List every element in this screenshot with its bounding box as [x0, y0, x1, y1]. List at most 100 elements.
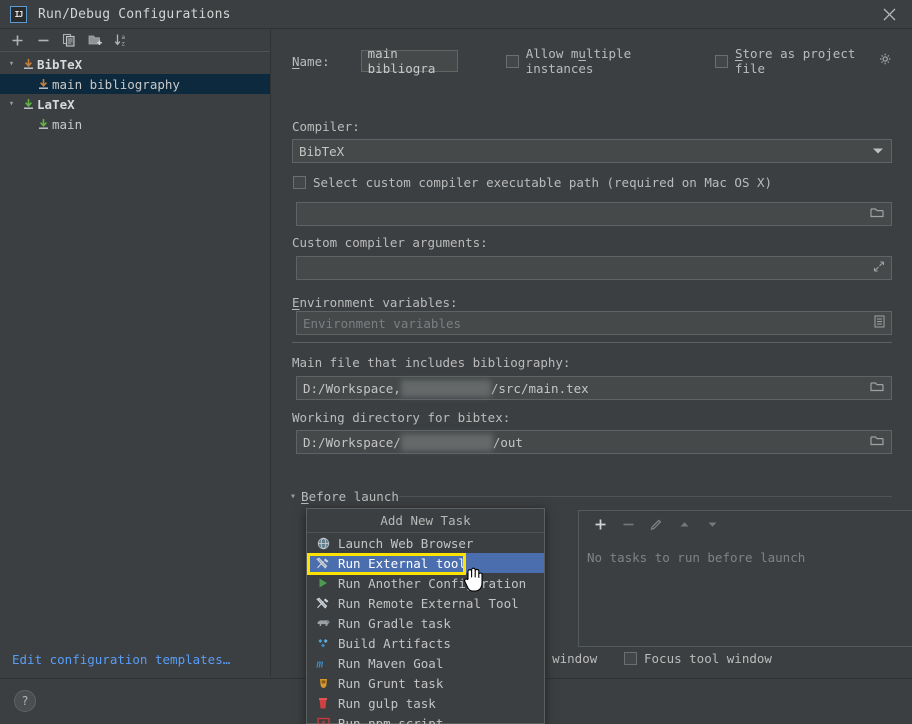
menu-item-label: Launch Web Browser: [338, 535, 474, 551]
menu-item-run-another-configuration[interactable]: Run Another Configuration: [307, 573, 544, 593]
folder-add-icon: [88, 35, 102, 45]
bibtex-config-icon: [34, 78, 52, 91]
folder-glyph: [870, 436, 884, 446]
popup-title: Add New Task: [307, 509, 544, 533]
move-task-down-button[interactable]: [699, 514, 725, 536]
compiler-label: Compiler:: [292, 119, 360, 134]
tree-item-main[interactable]: main: [0, 114, 270, 134]
folder-glyph: [870, 208, 884, 218]
custom-compiler-path-input[interactable]: [296, 202, 892, 226]
svg-text:z: z: [121, 41, 125, 48]
custom-args-input[interactable]: [296, 256, 892, 280]
checkbox-box: [624, 652, 637, 665]
menu-item-label: Run gulp task: [338, 695, 436, 711]
chevron-down-icon[interactable]: ▾: [4, 59, 19, 69]
run-config-glyph: [38, 118, 48, 129]
run-config-glyph: [38, 78, 48, 89]
menu-item-launch-web-browser[interactable]: Launch Web Browser: [307, 533, 544, 553]
remove-configuration-button[interactable]: [30, 30, 56, 51]
allow-multiple-instances-checkbox[interactable]: Allow multiple instances: [505, 46, 685, 76]
menu-item-run-maven-goal[interactable]: m Run Maven Goal: [307, 653, 544, 673]
run-config-glyph: [23, 58, 33, 69]
move-task-up-button[interactable]: [671, 514, 697, 536]
edit-task-button[interactable]: [643, 514, 669, 536]
close-icon[interactable]: [866, 0, 912, 28]
artifacts-glyph: [318, 638, 328, 647]
menu-item-run-grunt-task[interactable]: Run Grunt task: [307, 673, 544, 693]
grunt-icon: [315, 677, 331, 690]
working-dir-input[interactable]: D:/Workspace/ /out: [296, 430, 892, 454]
edit-env-vars-icon[interactable]: [874, 315, 885, 331]
name-label-rest: ame:: [299, 53, 330, 69]
tools-glyph: [316, 597, 329, 609]
svg-text:m: m: [316, 659, 324, 670]
add-configuration-button[interactable]: [4, 30, 30, 51]
tree-group-label: BibTeX: [37, 56, 83, 72]
plus-icon: [595, 519, 605, 530]
menu-item-label: Run Grunt task: [338, 675, 444, 691]
expand-editor-icon[interactable]: [873, 261, 885, 276]
env-vars-label: Environment variables:: [292, 295, 458, 310]
copy-icon: [62, 33, 75, 47]
add-task-button[interactable]: [587, 514, 613, 536]
globe-icon: [315, 537, 331, 550]
chevron-down-icon[interactable]: ▾: [290, 491, 296, 502]
new-folder-button[interactable]: [82, 30, 108, 51]
tree-item-main-bibliography[interactable]: main bibliography: [0, 74, 270, 94]
dialog-title: Run/Debug Configurations: [38, 6, 231, 22]
working-dir-label: Working directory for bibtex:: [292, 410, 511, 425]
main-file-input[interactable]: D:/Workspace, /src/main.tex: [296, 376, 892, 400]
maven-glyph: m: [316, 659, 324, 670]
menu-item-run-npm-script[interactable]: Run npm script: [307, 713, 544, 724]
tree-group-latex[interactable]: ▾ LaTeX: [0, 94, 270, 114]
help-button[interactable]: ?: [14, 690, 36, 712]
section-divider: [292, 342, 892, 343]
gradle-glyph: [317, 620, 329, 626]
compiler-combobox[interactable]: BibTeX: [292, 139, 892, 163]
edit-configuration-templates-link[interactable]: Edit configuration templates…: [12, 652, 230, 667]
expand-glyph: [873, 261, 885, 272]
remove-task-button[interactable]: [615, 514, 641, 536]
before-launch-rule: [399, 496, 892, 497]
run-config-glyph: [23, 98, 33, 109]
custom-args-label: Custom compiler arguments:: [292, 235, 488, 250]
redacted-path-segment: [400, 433, 493, 451]
name-row: Name: main bibliogra Allow multiple inst…: [292, 46, 892, 76]
store-as-project-file-checkbox[interactable]: Store as project file: [714, 46, 874, 76]
menu-item-label: Run External tool: [338, 555, 466, 571]
tools-icon: [315, 597, 331, 610]
copy-configuration-button[interactable]: [56, 30, 82, 51]
close-glyph: [883, 8, 895, 20]
name-label: Name:: [292, 53, 330, 69]
menu-item-run-external-tool[interactable]: Run External tool: [307, 553, 544, 573]
tools-icon: [315, 557, 331, 570]
before-launch-panel: No tasks to run before launch: [578, 510, 912, 647]
gear-icon[interactable]: [879, 53, 892, 69]
tree-group-bibtex[interactable]: ▾ BibTeX: [0, 54, 270, 74]
focus-tool-window-label: Focus tool window: [644, 651, 772, 666]
latex-config-icon: [19, 98, 37, 111]
menu-item-label: Run npm script: [338, 715, 444, 724]
browse-folder-icon[interactable]: [870, 380, 885, 396]
tools-glyph: [316, 557, 329, 569]
env-vars-label-rest: nvironment variables:: [299, 295, 458, 310]
menu-item-run-gradle-task[interactable]: Run Gradle task: [307, 613, 544, 633]
sort-configurations-button[interactable]: a z: [108, 30, 134, 51]
menu-item-build-artifacts[interactable]: Build Artifacts: [307, 633, 544, 653]
checkbox-box: [293, 176, 306, 189]
browse-folder-icon[interactable]: [870, 434, 885, 450]
intellij-logo-icon: IJ: [10, 5, 27, 23]
env-vars-input[interactable]: Environment variables: [296, 311, 892, 335]
menu-item-run-remote-external-tool[interactable]: Run Remote External Tool: [307, 593, 544, 613]
bibtex-config-icon: [19, 58, 37, 71]
name-input[interactable]: main bibliogra: [360, 46, 458, 76]
before-launch-header[interactable]: ▾ Before launch: [290, 489, 399, 504]
menu-item-run-gulp-task[interactable]: Run gulp task: [307, 693, 544, 713]
custom-compiler-path-checkbox[interactable]: Select custom compiler executable path (…: [293, 175, 772, 190]
browse-folder-icon[interactable]: [870, 206, 885, 222]
allow-multiple-instances-label: Allow multiple instances: [525, 46, 632, 76]
globe-glyph: [317, 537, 329, 549]
chevron-down-icon[interactable]: ▾: [4, 99, 19, 109]
npm-glyph: [316, 717, 330, 724]
focus-tool-window-checkbox[interactable]: Focus tool window: [624, 651, 772, 666]
